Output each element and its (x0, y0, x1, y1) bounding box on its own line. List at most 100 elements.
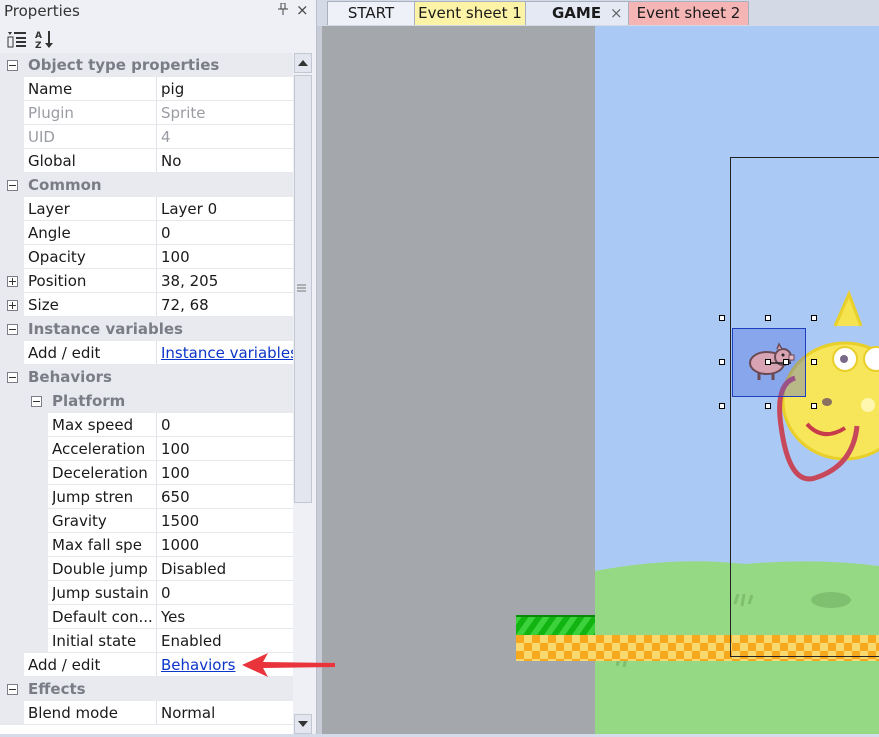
instance-variables-link[interactable]: Instance variables (157, 341, 293, 365)
property-row-size[interactable]: Size 72, 68 (0, 293, 293, 317)
tab-label: GAME (552, 4, 602, 22)
tab-event-sheet-1[interactable]: Event sheet 1 (414, 1, 526, 25)
property-value-double-jump[interactable]: Disabled (157, 557, 293, 581)
property-row-deceleration[interactable]: Deceleration 100 (0, 461, 293, 485)
close-panel-icon[interactable]: × (296, 1, 309, 19)
property-label: Blend mode (28, 704, 119, 722)
category-effects[interactable]: Effects (0, 677, 293, 701)
annotation-arrow-icon (240, 650, 336, 680)
property-label: Jump sustain (52, 584, 149, 602)
property-value-size[interactable]: 72, 68 (157, 293, 293, 317)
collapse-icon[interactable] (7, 60, 18, 71)
property-row-gravity[interactable]: Gravity 1500 (0, 509, 293, 533)
properties-toolbar: A Z (0, 24, 316, 53)
property-row-jump-sustain[interactable]: Jump sustain 0 (0, 581, 293, 605)
expand-icon[interactable] (7, 300, 18, 311)
scroll-grip-icon (297, 284, 306, 292)
svg-text:Z: Z (35, 41, 42, 50)
collapse-icon[interactable] (7, 372, 18, 383)
property-grid-scrollbar[interactable] (293, 53, 313, 734)
pin-icon[interactable] (278, 2, 288, 18)
property-value-acceleration[interactable]: 100 (157, 437, 293, 461)
property-row-max-speed[interactable]: Max speed 0 (0, 413, 293, 437)
resize-handle[interactable] (811, 403, 817, 409)
panel-title: Properties (4, 2, 80, 20)
property-row-uid: UID 4 (0, 125, 293, 149)
property-value-max-speed[interactable]: 0 (157, 413, 293, 437)
property-label: Double jump (52, 560, 148, 578)
property-value-blend-mode[interactable]: Normal (157, 701, 293, 725)
property-row-opacity[interactable]: Opacity 100 (0, 245, 293, 269)
category-behaviors[interactable]: Behaviors (0, 365, 293, 389)
property-row-layer[interactable]: Layer Layer 0 (0, 197, 293, 221)
resize-handle[interactable] (811, 359, 817, 365)
property-value-jump-strength[interactable]: 650 (157, 485, 293, 509)
property-value-opacity[interactable]: 100 (157, 245, 293, 269)
origin-handle[interactable] (765, 359, 771, 365)
category-label: Common (28, 176, 102, 194)
resize-handle[interactable] (719, 403, 725, 409)
property-label: Plugin (28, 104, 74, 122)
property-row-max-fall-speed[interactable]: Max fall spe 1000 (0, 533, 293, 557)
property-value-uid: 4 (161, 128, 171, 146)
document-tabs: START Event sheet 1 GAME × Event sheet 2 (317, 0, 879, 26)
tab-label: Event sheet 2 (636, 4, 741, 22)
property-label: Initial state (52, 632, 137, 650)
property-value-default-controls[interactable]: Yes (157, 605, 293, 629)
property-row-double-jump[interactable]: Double jump Disabled (0, 557, 293, 581)
resize-handle[interactable] (811, 315, 817, 321)
scroll-up-icon[interactable] (294, 53, 312, 73)
property-value-gravity[interactable]: 1500 (157, 509, 293, 533)
property-label: Angle (28, 224, 71, 242)
property-row-position[interactable]: Position 38, 205 (0, 269, 293, 293)
property-row-global[interactable]: Global No (0, 149, 293, 173)
categorized-view-icon[interactable] (6, 28, 28, 50)
property-label: Default con... (52, 608, 153, 626)
property-value-max-fall-speed[interactable]: 1000 (157, 533, 293, 557)
category-object-type[interactable]: Object type properties (0, 53, 293, 77)
property-row-instance-variables-add: Add / edit Instance variables (0, 341, 293, 365)
property-value-angle[interactable]: 0 (157, 221, 293, 245)
property-row-angle[interactable]: Angle 0 (0, 221, 293, 245)
svg-text:A: A (35, 31, 42, 41)
collapse-icon[interactable] (31, 396, 42, 407)
property-value-position[interactable]: 38, 205 (157, 269, 293, 293)
property-label: Max fall spe (52, 536, 142, 554)
category-instance-variables[interactable]: Instance variables (0, 317, 293, 341)
property-label: Position (28, 272, 87, 290)
tab-start[interactable]: START (327, 1, 415, 25)
layout-canvas[interactable] (317, 26, 879, 734)
resize-handle[interactable] (765, 315, 771, 321)
property-label: Layer (28, 200, 70, 218)
property-value-global[interactable]: No (157, 149, 293, 173)
resize-handle[interactable] (719, 359, 725, 365)
property-label: UID (28, 128, 55, 146)
resize-handle[interactable] (719, 315, 725, 321)
property-value-jump-sustain[interactable]: 0 (157, 581, 293, 605)
collapse-icon[interactable] (7, 180, 18, 191)
resize-handle[interactable] (765, 403, 771, 409)
property-row-blend-mode[interactable]: Blend mode Normal (0, 701, 293, 725)
sort-az-icon[interactable]: A Z (34, 28, 56, 51)
property-label: Max speed (52, 416, 134, 434)
property-value-deceleration[interactable]: 100 (157, 461, 293, 485)
image-point-handle[interactable] (783, 359, 789, 365)
property-row-jump-strength[interactable]: Jump stren 650 (0, 485, 293, 509)
expand-icon[interactable] (7, 276, 18, 287)
object-bounding-box[interactable] (730, 157, 879, 657)
category-label: Effects (28, 680, 86, 698)
property-row-acceleration[interactable]: Acceleration 100 (0, 437, 293, 461)
category-platform[interactable]: Platform (0, 389, 293, 413)
property-value-name[interactable]: pig (157, 77, 293, 101)
property-value-layer[interactable]: Layer 0 (157, 197, 293, 221)
close-tab-icon[interactable]: × (610, 2, 623, 24)
tab-game[interactable]: GAME × (525, 1, 629, 25)
scroll-down-icon[interactable] (294, 714, 312, 734)
collapse-icon[interactable] (7, 684, 18, 695)
collapse-icon[interactable] (7, 324, 18, 335)
property-row-default-controls[interactable]: Default con... Yes (0, 605, 293, 629)
category-common[interactable]: Common (0, 173, 293, 197)
property-row-name[interactable]: Name pig (0, 77, 293, 101)
tab-event-sheet-2[interactable]: Event sheet 2 (628, 1, 749, 25)
properties-panel: Properties × A Z Object type properties … (0, 0, 317, 734)
